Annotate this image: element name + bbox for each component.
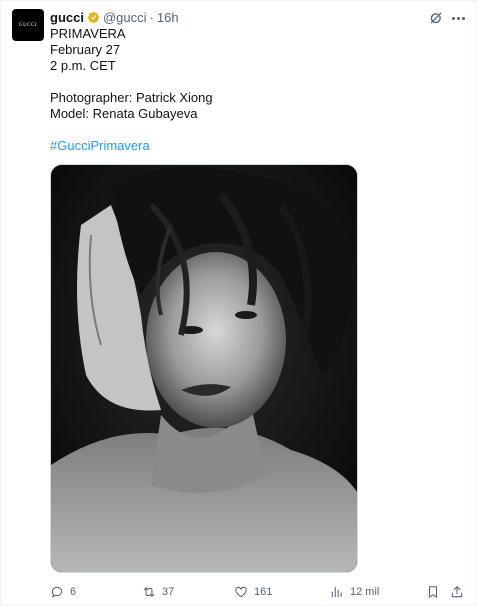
verified-badge-icon xyxy=(87,11,100,23)
view-count: 12 mil xyxy=(350,586,380,598)
repost-icon xyxy=(143,587,155,597)
timestamp[interactable]: 16h xyxy=(157,10,179,25)
text-line: February 27 xyxy=(50,42,121,57)
tweet-photo[interactable] xyxy=(50,164,358,573)
portrait-photo xyxy=(51,165,357,572)
separator-dot: · xyxy=(149,9,154,25)
reply-button[interactable]: 6 xyxy=(50,583,76,601)
views-button[interactable]: 12 mil xyxy=(330,583,379,601)
tweet-text: PRIMAVERA February 27 2 p.m. CET Photogr… xyxy=(50,26,213,154)
analytics-icon xyxy=(331,586,342,598)
bookmark-button[interactable] xyxy=(426,583,440,601)
more-options-icon[interactable] xyxy=(450,10,466,26)
share-icon xyxy=(451,586,463,598)
tweet-card[interactable]: GUCCI gucci @gucci · 16h PRIMAVERA Febru… xyxy=(0,0,477,606)
text-line: 2 p.m. CET xyxy=(50,58,116,73)
reply-icon xyxy=(51,586,63,598)
reply-count: 6 xyxy=(70,586,77,598)
like-button[interactable]: 161 xyxy=(234,583,272,601)
bookmark-icon xyxy=(428,586,438,598)
repost-count: 37 xyxy=(162,586,175,598)
tweet-header: gucci @gucci · 16h xyxy=(50,8,179,26)
grok-icon[interactable] xyxy=(428,10,444,26)
author-handle[interactable]: @gucci xyxy=(103,10,147,25)
action-bar: 6 37 161 12 mil xyxy=(1,583,477,601)
text-line: PRIMAVERA xyxy=(50,26,126,41)
like-count: 161 xyxy=(254,586,273,598)
repost-button[interactable]: 37 xyxy=(142,583,174,601)
photographer-credit: Photographer: Patrick Xiong xyxy=(50,90,213,105)
heart-icon xyxy=(235,586,247,598)
share-button[interactable] xyxy=(450,583,464,601)
author-name[interactable]: gucci xyxy=(50,10,84,25)
avatar-logo-text: GUCCI xyxy=(18,22,38,28)
hashtag-link[interactable]: #GucciPrimavera xyxy=(50,138,213,154)
avatar[interactable]: GUCCI xyxy=(12,9,44,41)
model-credit: Model: Renata Gubayeva xyxy=(50,106,198,121)
